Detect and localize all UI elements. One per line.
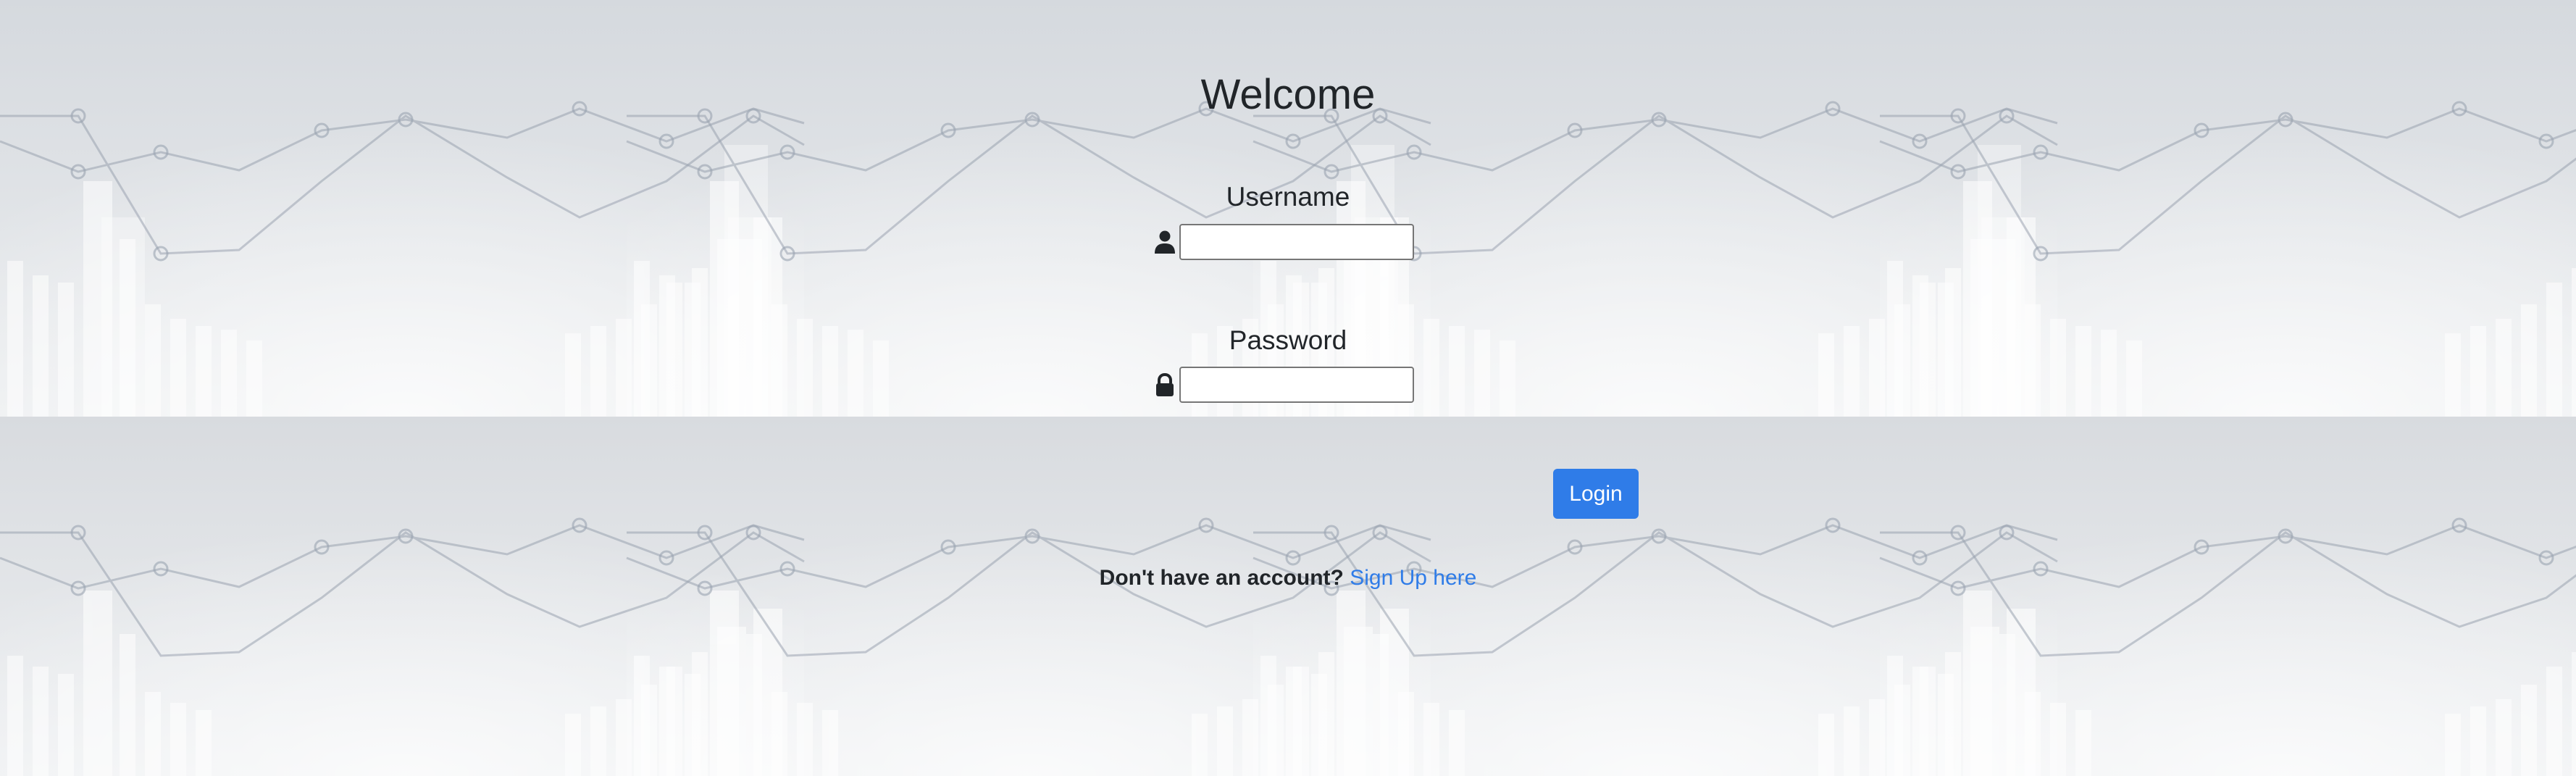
username-input[interactable] [1179,224,1414,260]
login-page: Welcome Username Password Login Don't ha… [0,0,2576,776]
signup-line: Don't have an account? Sign Up here [0,564,2576,593]
login-button[interactable]: Login [1553,469,1639,519]
password-input[interactable] [1179,367,1414,403]
username-label: Username [1226,182,1350,212]
page-title: Welcome [1200,71,1376,118]
lock-icon [1153,372,1177,397]
signup-prompt: Don't have an account? [1099,566,1344,590]
user-icon [1153,230,1177,254]
signup-link[interactable]: Sign Up here [1350,566,1476,590]
password-label: Password [1229,325,1347,355]
